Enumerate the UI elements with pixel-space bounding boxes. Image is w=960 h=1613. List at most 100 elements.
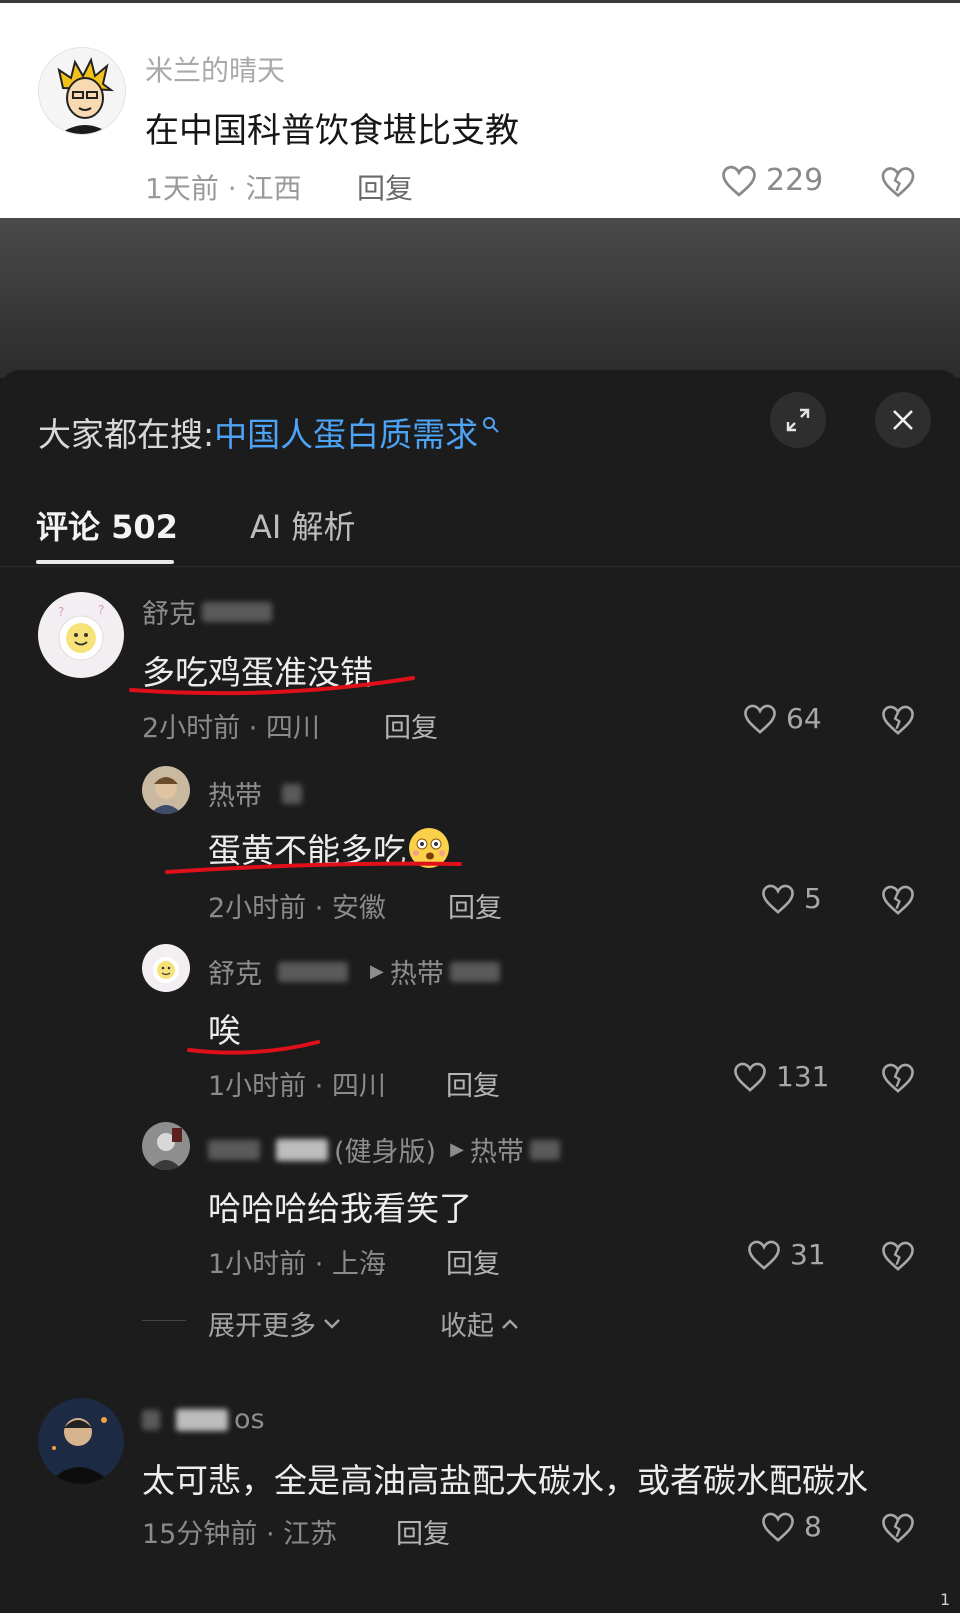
dislike-button[interactable]	[880, 1062, 916, 1098]
like-button[interactable]: 5	[760, 882, 822, 915]
like-count: 131	[776, 1060, 830, 1093]
chevron-up-icon	[502, 1318, 518, 1329]
divider	[0, 566, 960, 567]
chevron-down-icon	[324, 1318, 340, 1329]
tab-ai-analysis[interactable]: AI 解析	[250, 502, 356, 558]
comment-meta: 2小时前 · 安徽	[208, 893, 386, 924]
like-button[interactable]: 64	[742, 702, 822, 735]
red-underline-annotation	[129, 676, 415, 696]
blurred-name	[449, 961, 500, 982]
username-text: 舒克	[208, 959, 262, 990]
dislike-button[interactable]	[880, 704, 916, 740]
username-text: os	[234, 1404, 265, 1435]
comment-meta: 15分钟前 · 江苏	[142, 1519, 338, 1550]
close-button[interactable]	[875, 392, 931, 448]
heart-icon	[722, 165, 756, 197]
reply-to-username[interactable]: 热带	[390, 952, 444, 991]
red-underline-annotation	[165, 861, 462, 874]
like-button[interactable]: 229	[720, 163, 823, 198]
comment-meta: 1小时前 · 四川	[208, 1071, 386, 1102]
red-underline-annotation	[187, 1040, 320, 1055]
heart-icon	[762, 884, 794, 914]
comment-text: 哈哈哈给我看笑了	[208, 1189, 472, 1228]
username-suffix: (健身版)	[334, 1137, 437, 1168]
reply-to-username[interactable]: 热带	[470, 1130, 524, 1169]
like-count: 64	[786, 702, 822, 735]
username[interactable]: 舒克 ▶ 热带	[208, 952, 500, 991]
comment-text: 在中国科普饮食堪比支教	[145, 111, 519, 151]
like-count: 31	[790, 1238, 826, 1271]
background-video-area	[0, 218, 960, 378]
dislike-button[interactable]	[880, 884, 916, 920]
search-prefix: 大家都在搜:	[38, 415, 215, 454]
broken-heart-icon	[881, 167, 915, 198]
like-button[interactable]: 131	[732, 1060, 829, 1093]
tab-comments[interactable]: 评论 502	[36, 502, 178, 558]
blurred-name	[142, 1409, 160, 1430]
fullscreen-button[interactable]	[770, 392, 826, 448]
divider	[142, 1320, 186, 1321]
broken-heart-icon	[882, 1241, 914, 1271]
dislike-button[interactable]	[880, 1240, 916, 1276]
username[interactable]: 米兰的晴天	[145, 49, 285, 89]
blurred-name	[202, 601, 272, 622]
avatar[interactable]	[142, 1122, 190, 1170]
heart-icon	[762, 1512, 794, 1542]
blurred-name	[276, 1138, 328, 1161]
reply-button[interactable]: 回复	[357, 167, 413, 207]
avatar[interactable]	[142, 944, 190, 992]
avatar[interactable]	[38, 1398, 124, 1484]
reply-arrow-icon: ▶	[370, 961, 384, 982]
reply-arrow-icon: ▶	[450, 1139, 464, 1160]
broken-heart-icon	[882, 885, 914, 915]
dislike-button[interactable]	[880, 1512, 916, 1548]
blurred-name	[282, 783, 302, 804]
username[interactable]: (健身版) ▶ 热带	[208, 1130, 560, 1169]
like-count: 8	[804, 1510, 822, 1543]
collapse-button[interactable]: 收起	[440, 1304, 520, 1343]
heart-icon	[734, 1062, 766, 1092]
comment-meta: 2小时前 · 四川	[142, 713, 320, 744]
svg-text:?: ?	[98, 603, 104, 617]
close-icon	[893, 410, 913, 430]
username-text: 热带	[208, 781, 262, 812]
comment-meta: 1天前 · 江西	[145, 172, 302, 205]
photo-avatar-icon	[142, 766, 190, 814]
username[interactable]: 热带	[208, 774, 302, 813]
reply-button[interactable]: 回复	[446, 1064, 500, 1103]
username-text: 舒克	[142, 599, 196, 630]
dislike-button[interactable]	[880, 165, 916, 203]
like-button[interactable]: 31	[746, 1238, 826, 1271]
broken-heart-icon	[882, 705, 914, 735]
avatar[interactable]: ??	[38, 592, 124, 678]
reply-button[interactable]: 回复	[384, 706, 438, 745]
expand-more-button[interactable]: 展开更多	[208, 1304, 342, 1343]
tab-bar: 评论 502 AI 解析	[36, 502, 355, 558]
reply-button[interactable]: 回复	[396, 1512, 450, 1551]
active-tab-indicator	[36, 560, 174, 564]
cartoon-avatar-icon	[39, 48, 125, 134]
like-count: 229	[766, 163, 824, 198]
photo-avatar-icon	[142, 1122, 190, 1170]
reply-button[interactable]: 回复	[446, 1242, 500, 1281]
page-number: 1	[940, 1590, 951, 1609]
broken-heart-icon	[882, 1063, 914, 1093]
search-term-link[interactable]: 中国人蛋白质需求	[214, 408, 478, 456]
username[interactable]: os	[142, 1404, 265, 1435]
comment-meta: 1小时前 · 上海	[208, 1249, 386, 1280]
broken-heart-icon	[882, 1513, 914, 1543]
heart-icon	[744, 704, 776, 734]
blurred-name	[278, 961, 348, 982]
search-icon	[483, 417, 499, 433]
reply-button[interactable]: 回复	[448, 886, 502, 925]
like-button[interactable]: 8	[760, 1510, 822, 1543]
username[interactable]: 舒克	[142, 592, 272, 631]
expand-more-label: 展开更多	[208, 1311, 316, 1342]
collapse-label: 收起	[440, 1311, 494, 1342]
avatar[interactable]	[38, 47, 126, 135]
smiley-avatar-icon: ??	[38, 592, 124, 678]
trending-search[interactable]: 大家都在搜: 中国人蛋白质需求	[38, 408, 500, 456]
avatar[interactable]	[142, 766, 190, 814]
photo-avatar-icon	[38, 1398, 124, 1484]
blurred-name	[529, 1139, 560, 1160]
